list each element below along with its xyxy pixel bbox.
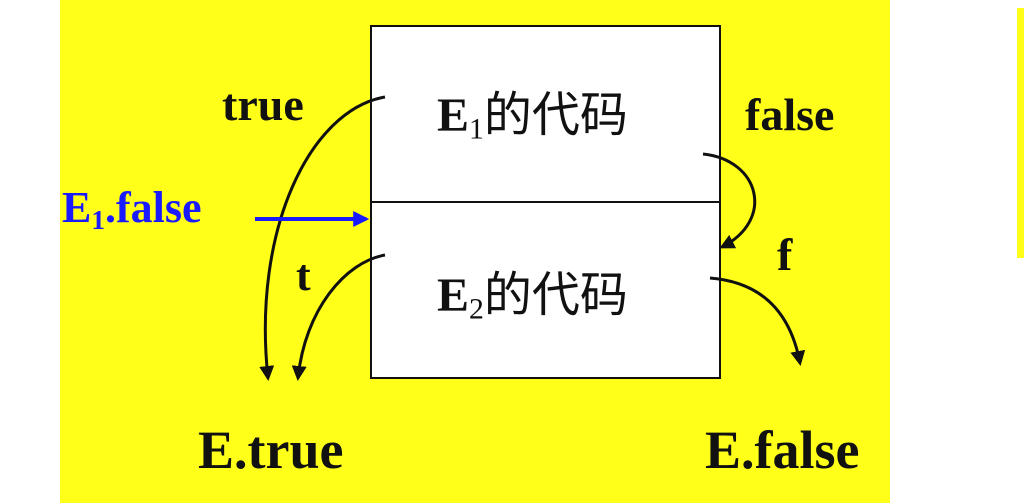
false-label: false	[745, 89, 835, 140]
true-label: true	[222, 79, 304, 130]
e1-false-label: E1.false	[62, 183, 202, 235]
control-flow-diagram	[255, 25, 806, 381]
f-label: f	[777, 229, 793, 280]
e1-code-label: E1的代码	[437, 89, 628, 146]
e2-code-label: E2的代码	[437, 269, 628, 326]
e-true-label: E.true	[198, 420, 344, 480]
true-arrow	[259, 95, 386, 381]
e-false-label: E.false	[705, 420, 860, 480]
f-arrow	[709, 276, 806, 366]
t-label: t	[296, 251, 311, 300]
